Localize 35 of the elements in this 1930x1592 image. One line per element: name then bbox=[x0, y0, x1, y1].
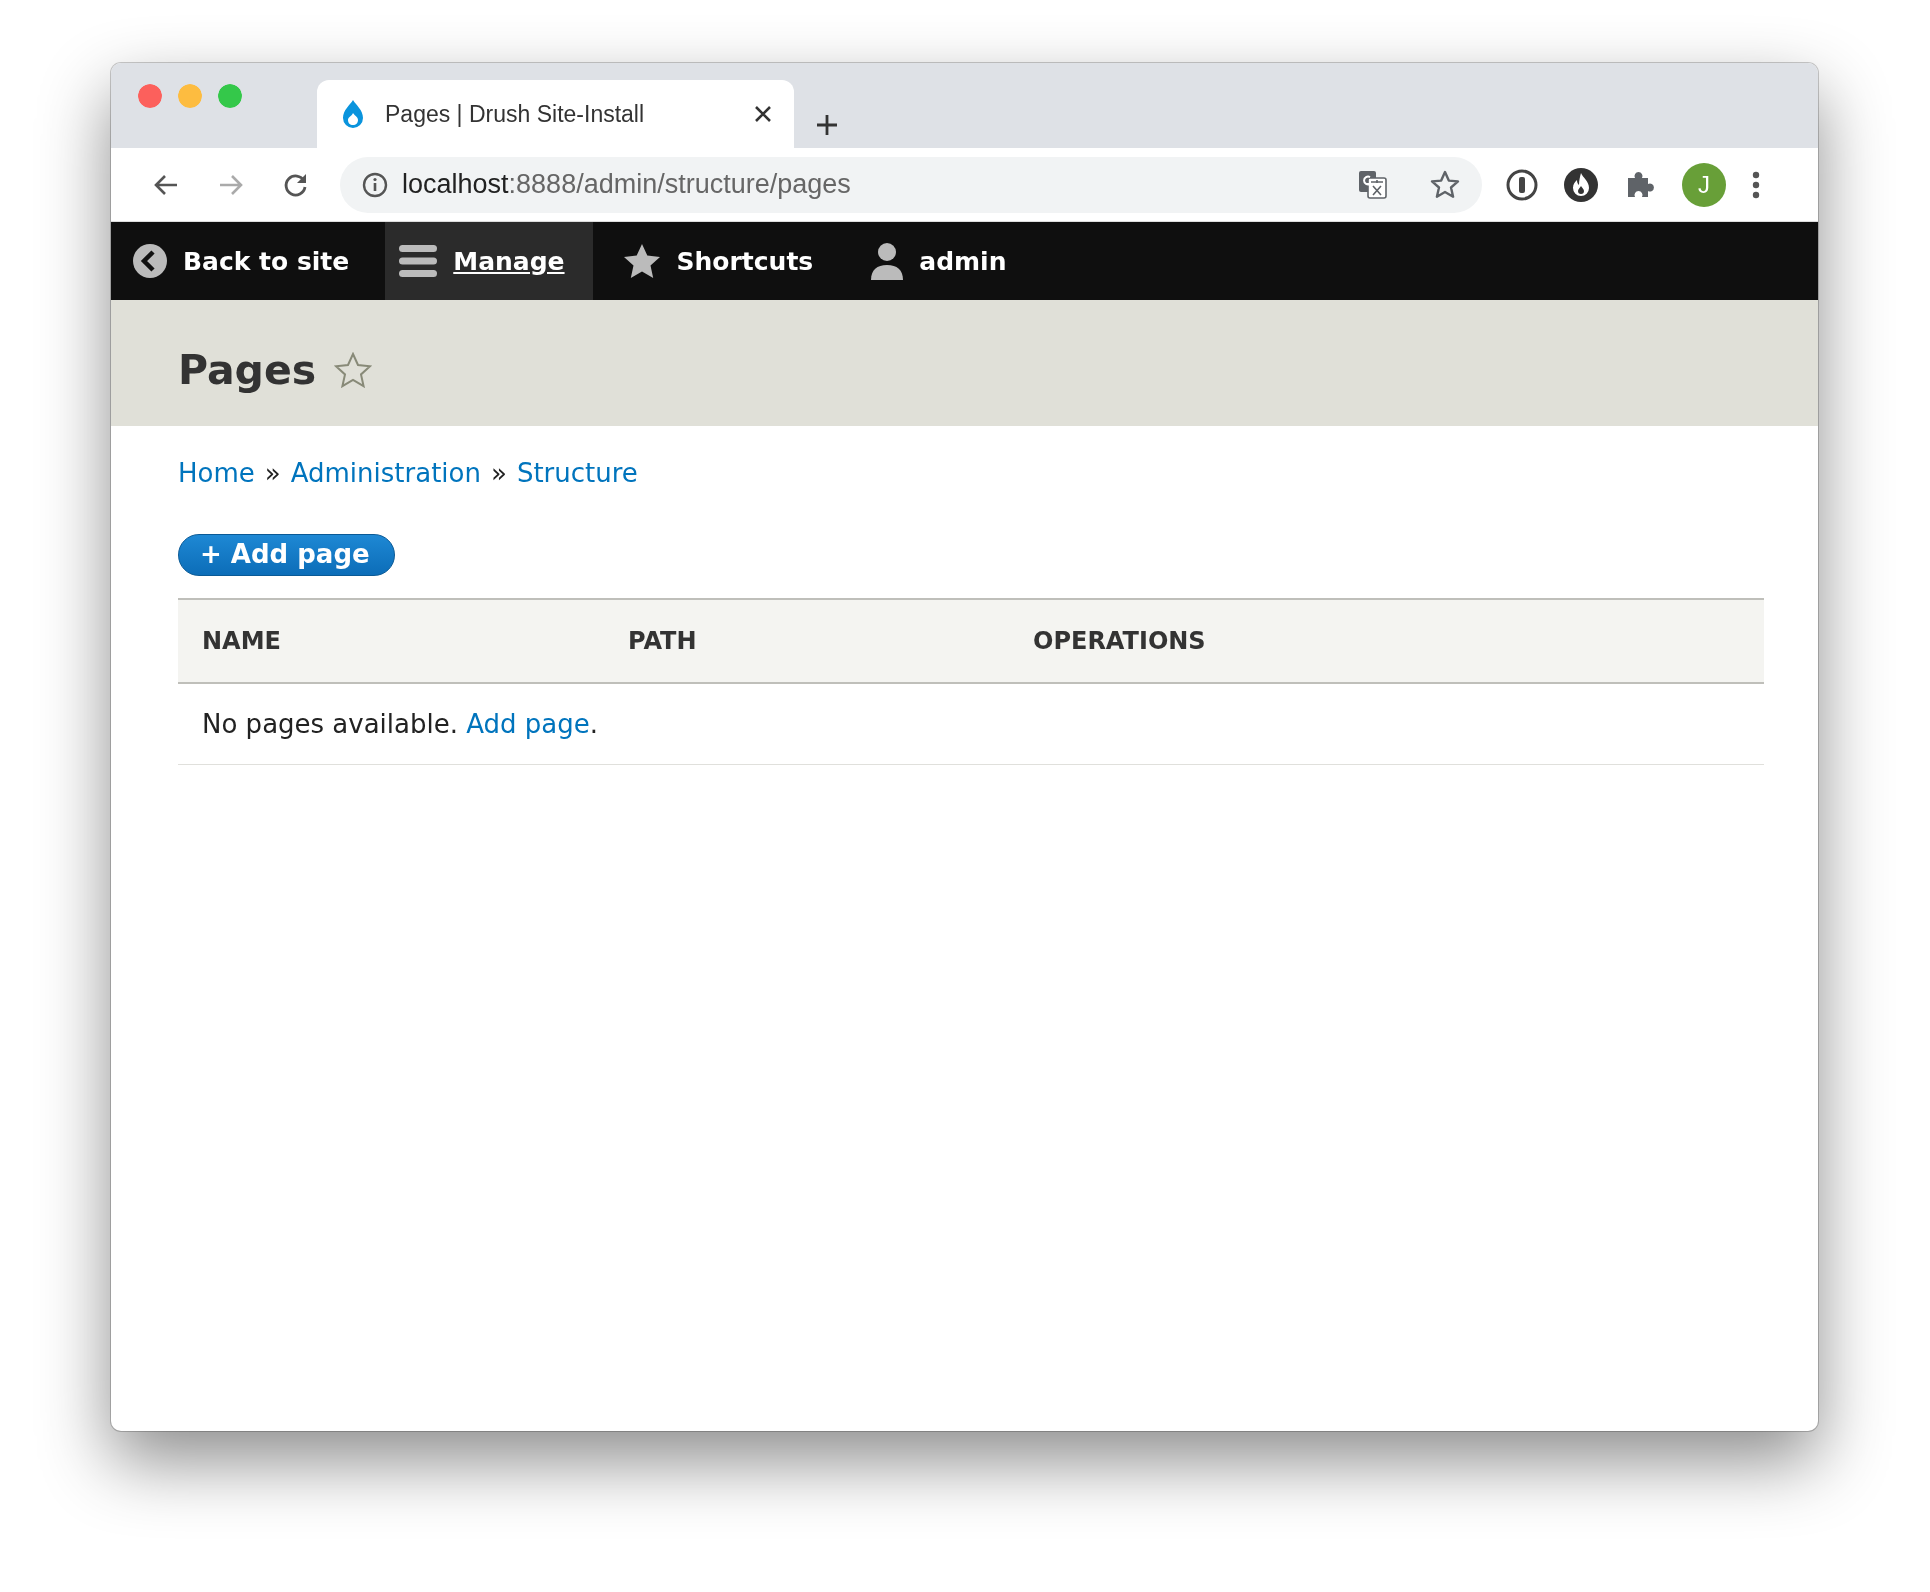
flame-icon[interactable] bbox=[1564, 167, 1598, 202]
star-icon bbox=[622, 243, 661, 279]
address-bar[interactable]: localhost:8888/admin/structure/pages bbox=[340, 156, 1482, 213]
toolbar-item[interactable]: admin bbox=[849, 222, 1035, 300]
breadcrumb-link[interactable]: Administration bbox=[290, 458, 481, 488]
translate-icon[interactable] bbox=[1358, 169, 1388, 200]
bookmark-star-icon[interactable] bbox=[1430, 169, 1460, 200]
empty-message: No pages available. Add page. bbox=[202, 709, 599, 739]
breadcrumb-separator: » bbox=[264, 458, 281, 488]
close-tab-icon[interactable] bbox=[754, 105, 772, 123]
info-icon[interactable] bbox=[362, 171, 388, 198]
column-header: NAME bbox=[178, 599, 604, 683]
star-outline-icon[interactable] bbox=[334, 352, 373, 388]
keyhole-icon[interactable] bbox=[1506, 168, 1538, 201]
back-chevron-icon bbox=[133, 244, 167, 278]
new-tab-icon[interactable] bbox=[816, 114, 838, 136]
tab-title: Pages | Drush Site-Install bbox=[385, 100, 646, 128]
column-header: PATH bbox=[604, 599, 1009, 683]
user-icon bbox=[871, 242, 904, 280]
breadcrumb-separator: » bbox=[490, 458, 507, 488]
toolbar-item[interactable]: Shortcuts bbox=[600, 222, 842, 300]
url-text: localhost:8888/admin/structure/pages bbox=[402, 169, 852, 200]
browser-tab[interactable]: Pages | Drush Site-Install bbox=[317, 80, 794, 148]
page-title: Pages bbox=[178, 346, 317, 394]
back-arrow-icon[interactable] bbox=[152, 173, 179, 196]
menu-icon[interactable] bbox=[1752, 170, 1760, 199]
add-page-button[interactable]: + Add page bbox=[178, 534, 395, 576]
toolbar-item[interactable]: Back to site bbox=[111, 222, 378, 300]
add-page-link[interactable]: Add page bbox=[466, 709, 590, 739]
drop-icon bbox=[341, 99, 365, 129]
column-header: OPERATIONS bbox=[1009, 599, 1764, 683]
breadcrumb-link[interactable]: Home bbox=[178, 458, 255, 488]
menu-icon bbox=[399, 244, 438, 278]
breadcrumb-link[interactable]: Structure bbox=[516, 458, 638, 488]
toolbar-item[interactable]: Manage bbox=[385, 222, 593, 300]
